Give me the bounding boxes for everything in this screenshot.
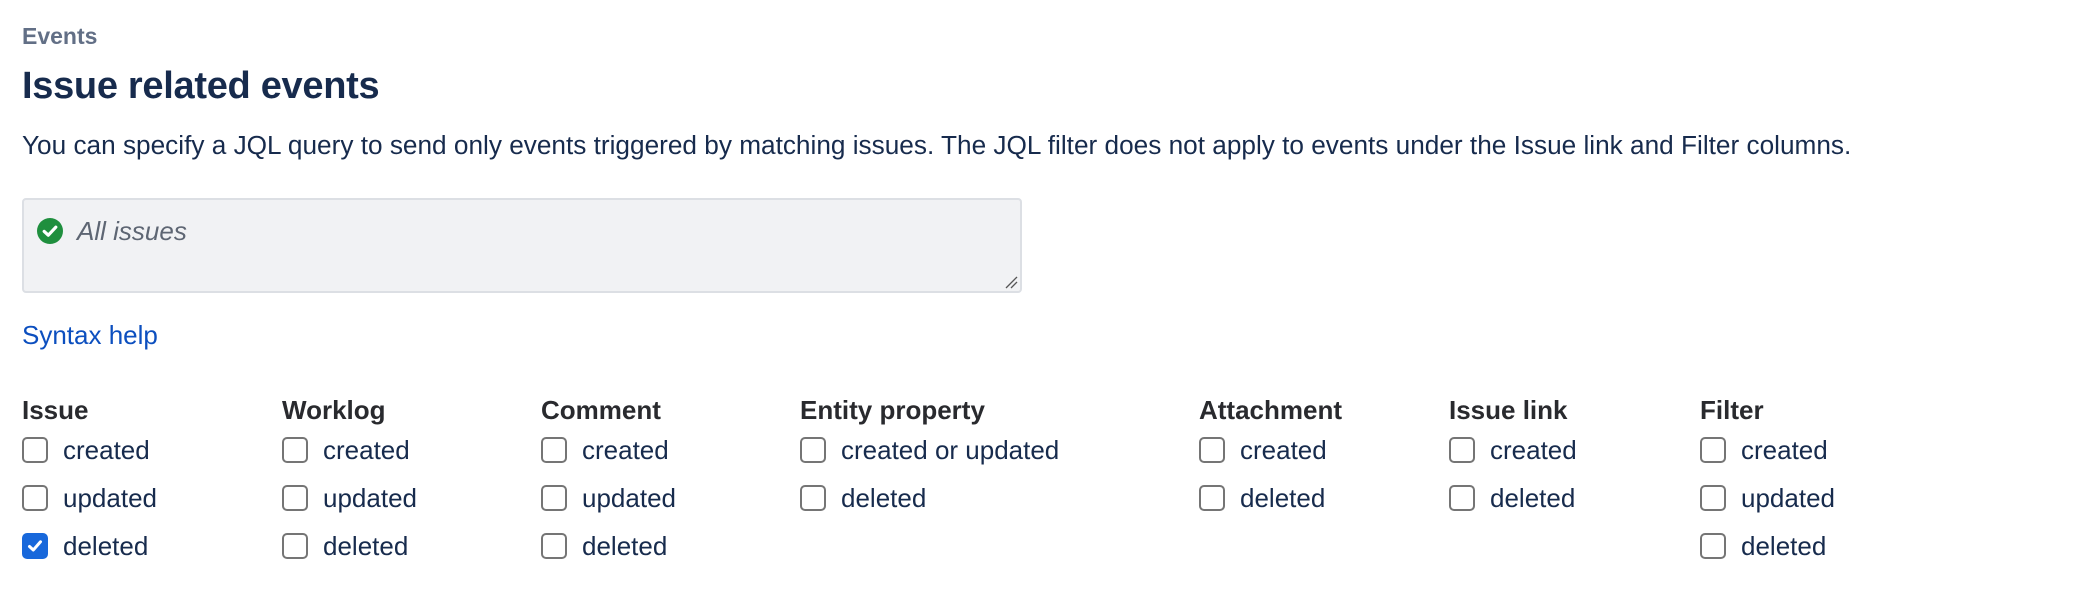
option-label: updated — [323, 483, 417, 513]
option-label: created — [323, 435, 410, 465]
event-column-filter: Filter created updated deleted — [1700, 396, 1835, 581]
option-label: updated — [582, 483, 676, 513]
checkbox-unchecked[interactable] — [541, 485, 567, 511]
event-checkbox-attachment-created[interactable]: created — [1199, 435, 1342, 465]
checkbox-checked[interactable] — [22, 533, 48, 559]
checkbox-unchecked[interactable] — [541, 437, 567, 463]
option-label: created — [63, 435, 150, 465]
event-checkbox-worklog-created[interactable]: created — [282, 435, 417, 465]
check-circle-icon — [36, 217, 64, 245]
checkbox-unchecked[interactable] — [800, 485, 826, 511]
checkbox-unchecked[interactable] — [541, 533, 567, 559]
event-checkbox-comment-updated[interactable]: updated — [541, 483, 676, 513]
event-checkbox-worklog-deleted[interactable]: deleted — [282, 531, 417, 561]
section-label: Events — [22, 23, 98, 49]
event-checkbox-filter-created[interactable]: created — [1700, 435, 1835, 465]
event-checkbox-filter-updated[interactable]: updated — [1700, 483, 1835, 513]
jql-value: All issues — [77, 216, 187, 246]
jql-query-field[interactable]: All issues — [22, 198, 1022, 293]
option-label: deleted — [1490, 483, 1576, 513]
event-column-entity-property: Entity property created or updated deleted — [800, 396, 1059, 533]
column-heading: Worklog — [282, 395, 386, 425]
option-label: created — [582, 435, 669, 465]
event-checkbox-attachment-deleted[interactable]: deleted — [1199, 483, 1342, 513]
event-column-comment: Comment created updated deleted — [541, 396, 676, 581]
option-label: deleted — [841, 483, 927, 513]
checkbox-unchecked[interactable] — [282, 437, 308, 463]
checkbox-unchecked[interactable] — [1700, 485, 1726, 511]
checkbox-unchecked[interactable] — [1449, 437, 1475, 463]
event-column-worklog: Worklog created updated deleted — [282, 396, 417, 581]
event-checkbox-issue-deleted[interactable]: deleted — [22, 531, 157, 561]
option-label: created — [1490, 435, 1577, 465]
description: You can specify a JQL query to send only… — [22, 130, 1852, 160]
event-checkbox-entity-property-created-or-updated[interactable]: created or updated — [800, 435, 1060, 465]
checkbox-unchecked[interactable] — [1199, 485, 1225, 511]
event-checkbox-comment-created[interactable]: created — [541, 435, 676, 465]
column-heading: Filter — [1700, 395, 1764, 425]
checkbox-unchecked[interactable] — [1700, 533, 1726, 559]
event-checkbox-issue-updated[interactable]: updated — [22, 483, 157, 513]
column-heading: Entity property — [800, 395, 985, 425]
option-label: updated — [1741, 483, 1835, 513]
checkbox-unchecked[interactable] — [22, 437, 48, 463]
event-checkbox-worklog-updated[interactable]: updated — [282, 483, 417, 513]
option-label: updated — [63, 483, 157, 513]
option-label: created — [1741, 435, 1828, 465]
checkmark-icon — [28, 540, 42, 552]
checkbox-unchecked[interactable] — [22, 485, 48, 511]
option-label: deleted — [1741, 531, 1827, 561]
column-heading: Comment — [541, 395, 661, 425]
event-checkbox-filter-deleted[interactable]: deleted — [1700, 531, 1835, 561]
column-heading: Issue link — [1449, 395, 1568, 425]
option-label: deleted — [63, 531, 149, 561]
event-checkbox-issue-created[interactable]: created — [22, 435, 157, 465]
option-label: created — [1240, 435, 1327, 465]
option-label: deleted — [1240, 483, 1326, 513]
checkbox-unchecked[interactable] — [282, 485, 308, 511]
option-label: deleted — [323, 531, 409, 561]
checkbox-unchecked[interactable] — [1449, 485, 1475, 511]
checkbox-unchecked[interactable] — [282, 533, 308, 559]
event-checkbox-comment-deleted[interactable]: deleted — [541, 531, 676, 561]
syntax-help-link[interactable]: Syntax help — [22, 318, 158, 352]
checkbox-unchecked[interactable] — [800, 437, 826, 463]
checkbox-unchecked[interactable] — [1700, 437, 1726, 463]
option-label: deleted — [582, 531, 668, 561]
resize-handle-icon[interactable] — [1004, 275, 1018, 289]
event-checkbox-issue-link-created[interactable]: created — [1449, 435, 1577, 465]
event-column-issue: Issue created updated deleted — [22, 396, 157, 581]
event-checkbox-entity-property-deleted[interactable]: deleted — [800, 483, 1059, 513]
checkbox-unchecked[interactable] — [1199, 437, 1225, 463]
column-heading: Attachment — [1199, 395, 1343, 425]
event-column-attachment: Attachment created deleted — [1199, 396, 1342, 533]
page-title: Issue related events — [22, 65, 380, 107]
event-checkbox-issue-link-deleted[interactable]: deleted — [1449, 483, 1577, 513]
option-label: created or updated — [841, 435, 1060, 465]
event-column-issue-link: Issue link created deleted — [1449, 396, 1577, 533]
column-heading: Issue — [22, 395, 89, 425]
